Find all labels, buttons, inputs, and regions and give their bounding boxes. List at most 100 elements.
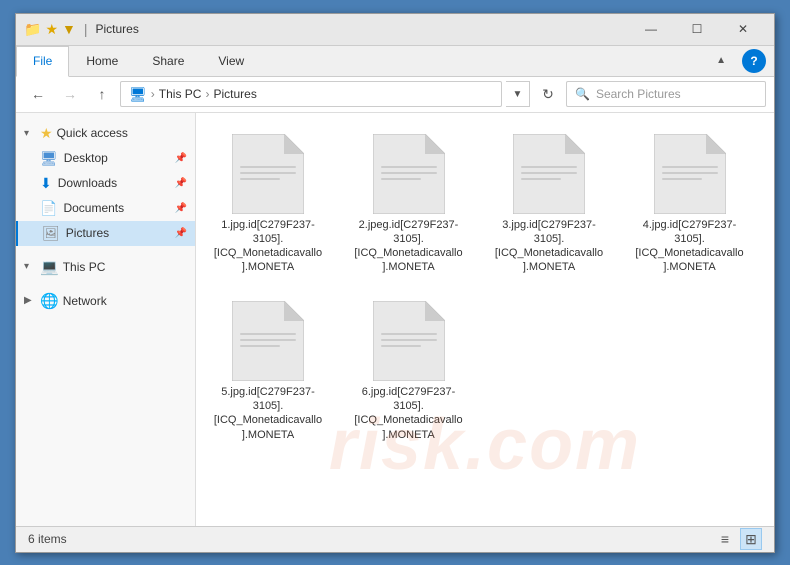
file-item[interactable]: 5.jpg.id[C279F237-3105].[ICQ_Monetadicav… <box>208 292 328 451</box>
pin-icon: 📌 <box>175 153 187 164</box>
path-sep2: › <box>205 87 209 101</box>
explorer-window: 📁 ★ ▼ | Pictures — ☐ ✕ File Home Share V… <box>15 13 775 553</box>
this-pc-label: This PC <box>63 260 106 274</box>
file-area: risk.com 1.jpg.id[C279F237-3105].[ICQ_Mo… <box>196 113 774 526</box>
icon-view-button[interactable]: ⊞ <box>740 528 762 550</box>
file-icon-wrapper <box>232 301 304 381</box>
file-item[interactable]: 2.jpeg.id[C279F237-3105].[ICQ_Monetadica… <box>349 125 469 284</box>
file-name: 4.jpg.id[C279F237-3105].[ICQ_Monetadicav… <box>635 218 745 275</box>
this-pc-chevron: ▾ <box>24 261 36 272</box>
tab-view[interactable]: View <box>201 46 261 76</box>
ribbon-collapse[interactable]: ▲ <box>708 46 734 76</box>
download-icon: ⬇ <box>40 175 52 192</box>
refresh-button[interactable]: ↻ <box>534 80 562 108</box>
path-pictures: Pictures <box>213 87 256 101</box>
search-box[interactable]: 🔍 Search Pictures <box>566 81 766 107</box>
view-controls: ≡ ⊞ <box>714 528 762 550</box>
file-icon-svg <box>232 301 304 381</box>
sidebar-item-documents[interactable]: 📄 Documents 📌 <box>16 196 195 221</box>
network-header[interactable]: ▶ 🌐 Network <box>16 288 195 314</box>
close-button[interactable]: ✕ <box>720 13 766 45</box>
file-name: 5.jpg.id[C279F237-3105].[ICQ_Monetadicav… <box>213 385 323 442</box>
chevron-up-icon: ▲ <box>716 55 726 66</box>
file-icon-wrapper <box>373 134 445 214</box>
file-item[interactable]: 6.jpg.id[C279F237-3105].[ICQ_Monetadicav… <box>349 292 469 451</box>
ribbon-help: ? <box>734 46 774 76</box>
path-sep1: › <box>151 87 155 101</box>
this-pc-section: ▾ 💻 This PC <box>16 250 195 284</box>
window-title: Pictures <box>96 22 629 36</box>
file-icon-svg <box>373 301 445 381</box>
network-icon: 🌐 <box>40 292 59 310</box>
file-item[interactable]: 4.jpg.id[C279F237-3105].[ICQ_Monetadicav… <box>630 125 750 284</box>
tab-home[interactable]: Home <box>69 46 135 76</box>
star-icon: ★ <box>45 21 58 38</box>
ribbon-tabs: File Home Share View ▲ ? <box>16 46 774 76</box>
picture-icon: 🖼 <box>42 225 60 242</box>
file-icon-svg <box>654 134 726 214</box>
desktop-icon: 🖥 <box>40 150 58 167</box>
file-icon-svg <box>373 134 445 214</box>
file-icon-wrapper <box>373 301 445 381</box>
search-placeholder: Search Pictures <box>596 87 681 101</box>
star-icon: ★ <box>40 125 53 142</box>
sidebar-item-pictures[interactable]: 🖼 Pictures 📌 <box>16 221 195 246</box>
list-view-button[interactable]: ≡ <box>714 528 736 550</box>
file-icon-wrapper <box>232 134 304 214</box>
sidebar-item-downloads[interactable]: ⬇ Downloads 📌 <box>16 171 195 196</box>
title-bar: 📁 ★ ▼ | Pictures — ☐ ✕ <box>16 14 774 46</box>
file-item[interactable]: 1.jpg.id[C279F237-3105].[ICQ_Monetadicav… <box>208 125 328 284</box>
file-name: 3.jpg.id[C279F237-3105].[ICQ_Monetadicav… <box>494 218 604 275</box>
path-this-pc: This PC <box>159 87 202 101</box>
down-arrow-icon: ▼ <box>62 21 76 38</box>
help-button[interactable]: ? <box>742 49 766 73</box>
title-bar-icons: 📁 ★ ▼ | <box>24 21 88 38</box>
tab-file[interactable]: File <box>16 46 69 77</box>
tab-share[interactable]: Share <box>135 46 201 76</box>
title-bar-controls: — ☐ ✕ <box>628 13 766 45</box>
item-count: 6 items <box>28 532 67 546</box>
files-grid: 1.jpg.id[C279F237-3105].[ICQ_Monetadicav… <box>204 121 766 455</box>
sidebar-desktop-label: Desktop <box>64 151 108 165</box>
network-label: Network <box>63 294 107 308</box>
file-icon-svg <box>232 134 304 214</box>
file-icon-wrapper <box>513 134 585 214</box>
pin-icon3: 📌 <box>175 203 187 214</box>
pin-icon4: 📌 <box>175 228 187 239</box>
pc-small-icon: 🖥 <box>129 86 147 103</box>
quick-access-section: ▾ ★ Quick access 🖥 Desktop 📌 ⬇ Downloads… <box>16 117 195 250</box>
sidebar: ▾ ★ Quick access 🖥 Desktop 📌 ⬇ Downloads… <box>16 113 196 526</box>
document-icon: 📄 <box>40 200 57 217</box>
quick-access-header[interactable]: ▾ ★ Quick access <box>16 121 195 146</box>
sidebar-documents-label: Documents <box>63 201 124 215</box>
separator: | <box>84 21 88 38</box>
file-name: 1.jpg.id[C279F237-3105].[ICQ_Monetadicav… <box>213 218 323 275</box>
file-name: 2.jpeg.id[C279F237-3105].[ICQ_Monetadica… <box>354 218 464 275</box>
network-chevron: ▶ <box>24 295 36 306</box>
file-icon-wrapper <box>654 134 726 214</box>
back-button[interactable]: ← <box>24 80 52 108</box>
address-path[interactable]: 🖥 › This PC › Pictures <box>120 81 502 107</box>
file-item[interactable]: 3.jpg.id[C279F237-3105].[ICQ_Monetadicav… <box>489 125 609 284</box>
sidebar-item-desktop[interactable]: 🖥 Desktop 📌 <box>16 146 195 171</box>
file-name: 6.jpg.id[C279F237-3105].[ICQ_Monetadicav… <box>354 385 464 442</box>
main-content: ▾ ★ Quick access 🖥 Desktop 📌 ⬇ Downloads… <box>16 113 774 526</box>
ribbon: File Home Share View ▲ ? <box>16 46 774 77</box>
address-dropdown[interactable]: ▼ <box>506 81 530 107</box>
file-icon-svg <box>513 134 585 214</box>
ribbon-spacer <box>261 46 708 76</box>
search-icon: 🔍 <box>575 87 590 101</box>
folder-icon: 📁 <box>24 21 41 38</box>
status-bar: 6 items ≡ ⊞ <box>16 526 774 552</box>
up-button[interactable]: ↑ <box>88 80 116 108</box>
sidebar-pictures-label: Pictures <box>66 226 109 240</box>
maximize-button[interactable]: ☐ <box>674 13 720 45</box>
minimize-button[interactable]: — <box>628 13 674 45</box>
address-bar: ← → ↑ 🖥 › This PC › Pictures ▼ ↻ 🔍 Searc… <box>16 77 774 113</box>
this-pc-header[interactable]: ▾ 💻 This PC <box>16 254 195 280</box>
pin-icon2: 📌 <box>175 178 187 189</box>
forward-button[interactable]: → <box>56 80 84 108</box>
network-section: ▶ 🌐 Network <box>16 284 195 318</box>
sidebar-downloads-label: Downloads <box>58 176 117 190</box>
quick-access-chevron: ▾ <box>24 128 36 139</box>
